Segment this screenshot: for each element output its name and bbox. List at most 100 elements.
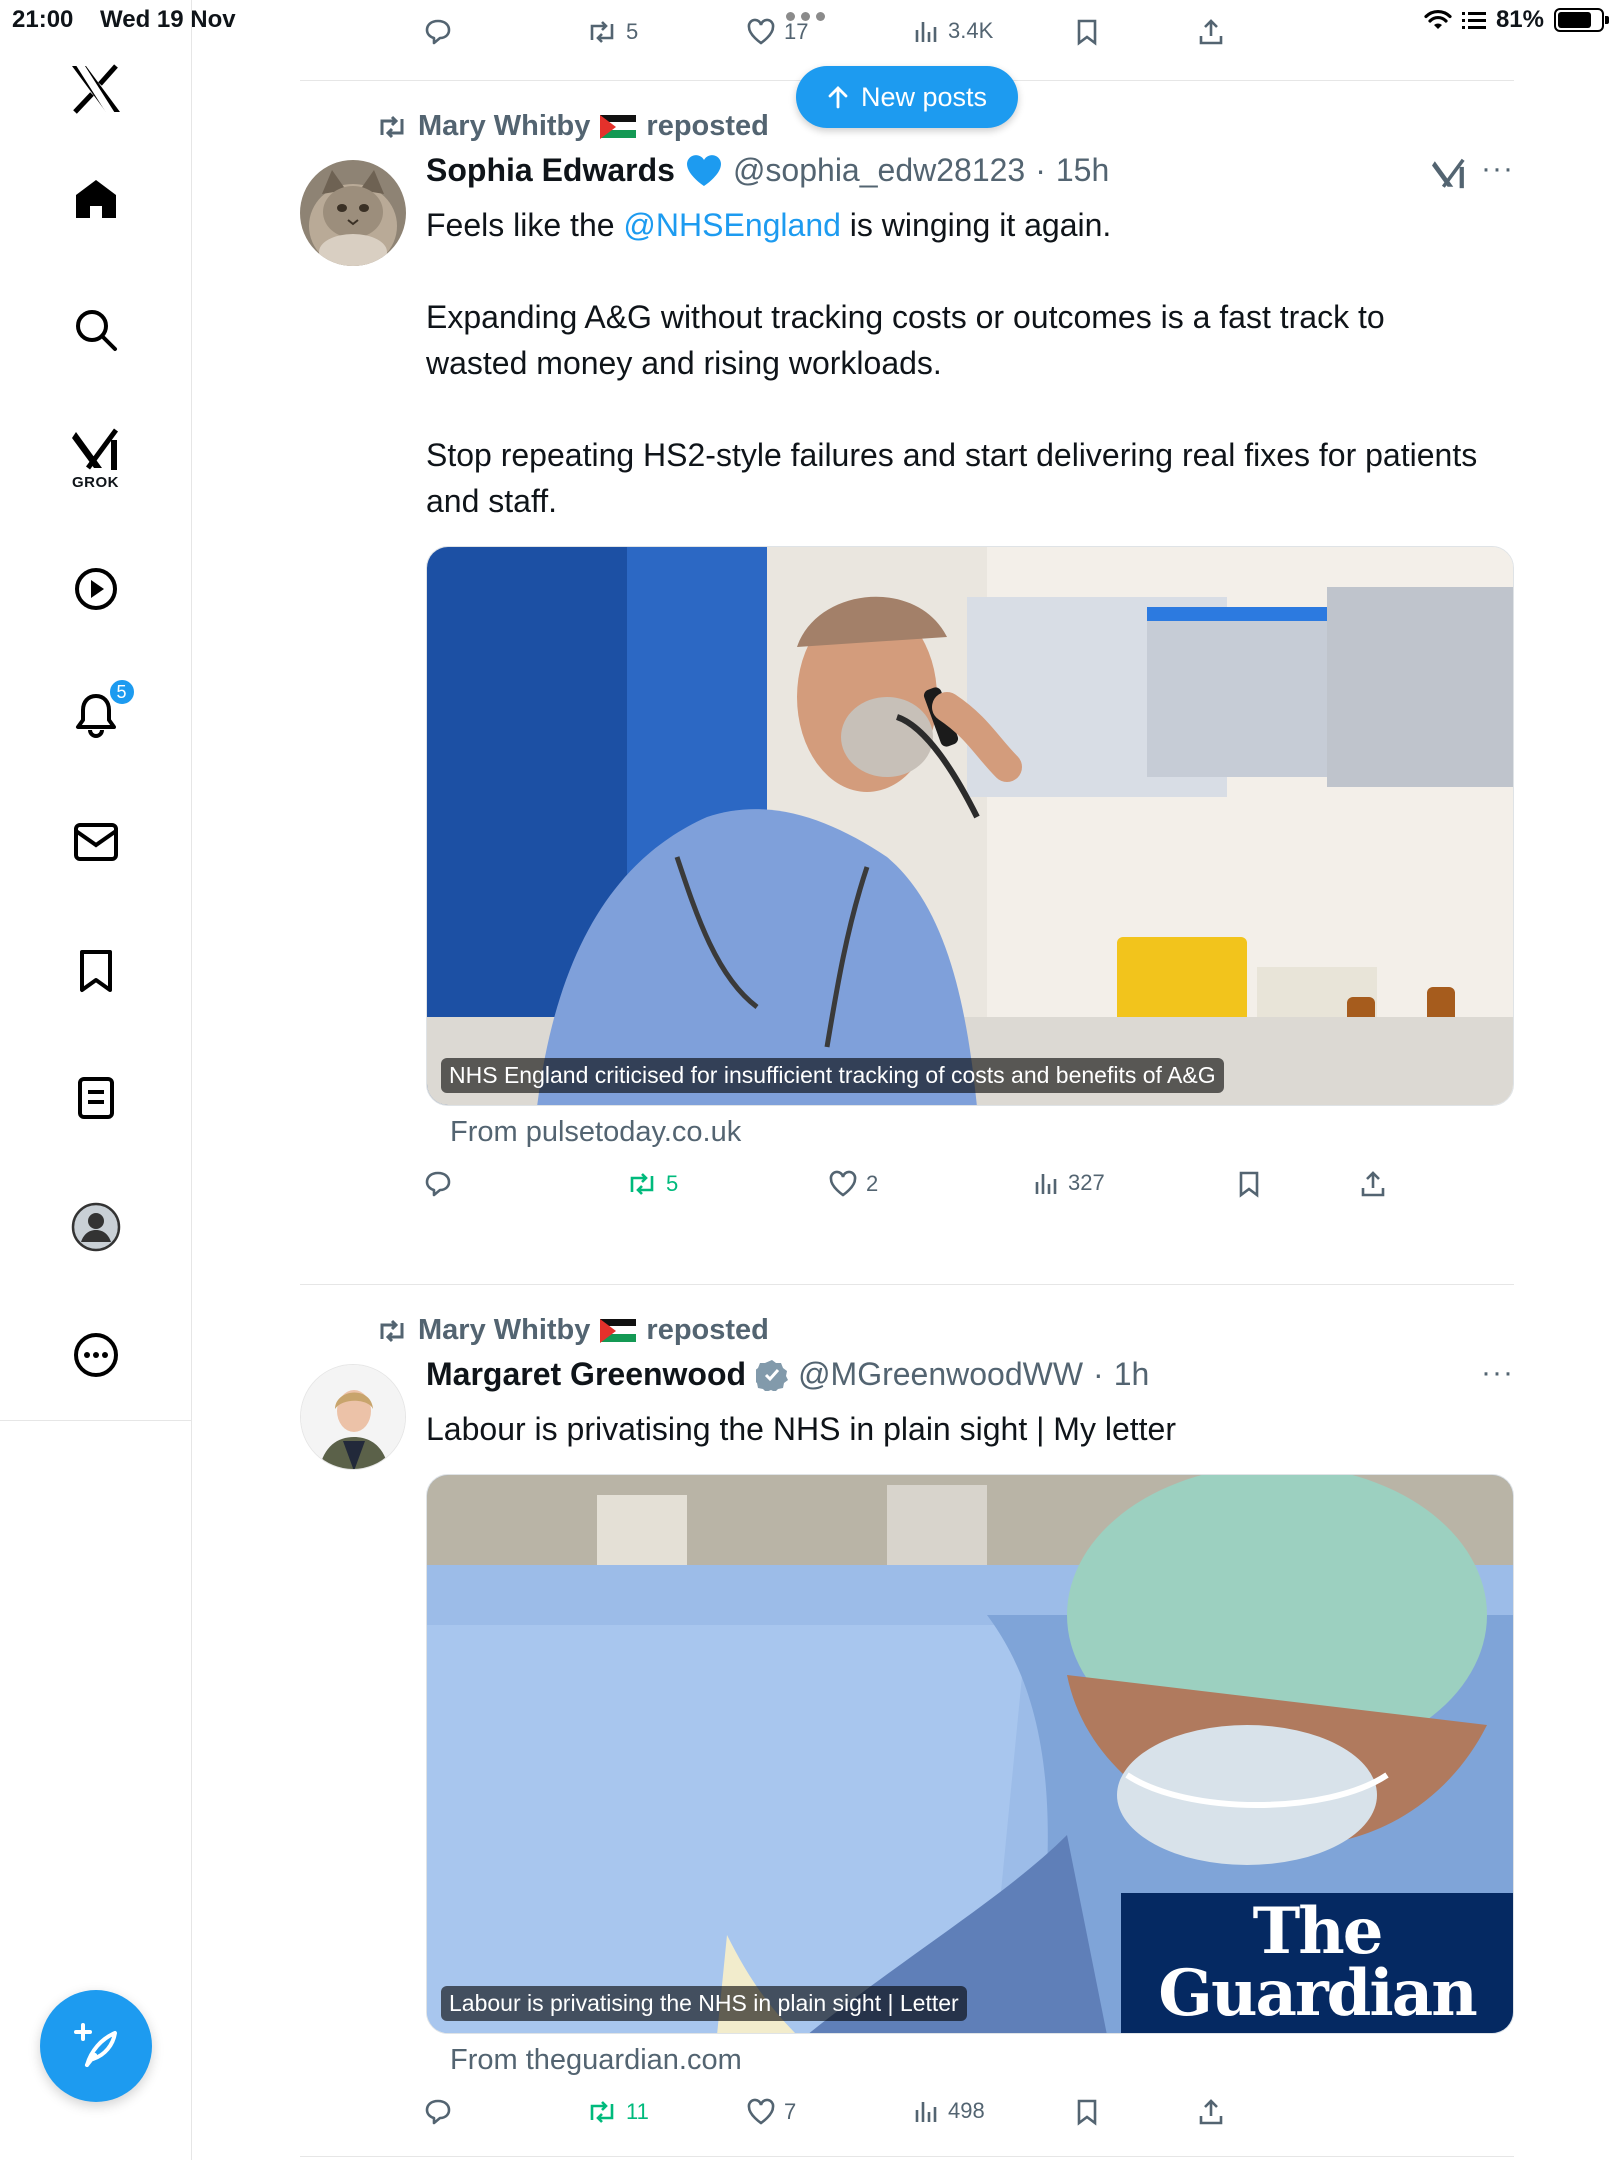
x-logo-icon[interactable] (70, 64, 122, 114)
views-icon (915, 2102, 937, 2122)
profile-icon (71, 1202, 120, 1252)
nav-messages[interactable] (73, 822, 119, 862)
nav-profile[interactable] (71, 1202, 121, 1252)
views-button[interactable]: 3.4K (914, 18, 993, 44)
reply-icon (425, 19, 451, 45)
reposter-name[interactable]: Mary Whitby (418, 1314, 590, 1347)
repost-context: Mary Whitby reposted (376, 1314, 769, 1347)
nav-more[interactable] (73, 1332, 119, 1378)
repost-button[interactable]: 11 (586, 2098, 649, 2126)
sidebar-divider (0, 1420, 192, 1421)
grok-explain-button[interactable] (1432, 158, 1466, 195)
author-name[interactable]: Sophia Edwards (426, 152, 675, 189)
repost-icon (590, 2101, 614, 2123)
bookmark-button[interactable] (1076, 2098, 1098, 2126)
repost-icon (590, 21, 614, 43)
heart-icon (747, 18, 775, 45)
post-actions: 11 7 498 (300, 2098, 1300, 2138)
reposted-label: reposted (646, 110, 769, 142)
reply-button[interactable] (424, 18, 452, 46)
share-icon (1361, 1171, 1385, 1197)
post-more-icon[interactable]: ··· (1481, 1356, 1514, 1390)
nav-home[interactable] (73, 176, 119, 222)
video-icon (74, 568, 117, 610)
card-source[interactable]: From theguardian.com (450, 2044, 742, 2077)
new-posts-button[interactable]: New posts (796, 66, 1018, 128)
views-icon (915, 22, 937, 42)
repost-button[interactable]: 5 (586, 18, 638, 46)
link-card[interactable]: The Guardian Labour is privatising the N… (426, 1474, 1514, 2034)
logo-line: The (1252, 1894, 1384, 1969)
reposter-name[interactable]: Mary Whitby (418, 110, 590, 143)
post-actions: 5 2 327 (300, 1170, 1385, 1210)
grok-icon (1432, 158, 1465, 189)
like-count: 17 (784, 19, 809, 44)
reply-icon (425, 2099, 451, 2125)
repost-icon (380, 115, 404, 138)
bookmark-button[interactable] (1238, 1170, 1260, 1198)
reply-button[interactable] (424, 1170, 452, 1198)
bookmark-icon (1077, 2099, 1097, 2126)
bookmark-button[interactable] (1076, 18, 1098, 46)
link-card[interactable]: NHS England criticised for insufficient … (426, 546, 1514, 1106)
nav-lists[interactable] (77, 1076, 115, 1120)
like-button[interactable]: 2 (828, 1170, 878, 1198)
grok-icon (71, 428, 118, 470)
post-time[interactable]: 1h (1114, 1356, 1150, 1393)
post-text: Labour is privatising the NHS in plain s… (426, 1406, 1486, 1452)
arrow-up-icon (828, 86, 848, 109)
heart-icon (747, 2098, 775, 2125)
post-time[interactable]: 15h (1056, 152, 1109, 189)
post-header: Margaret Greenwood @MGreenwoodWW · 1h (426, 1356, 1149, 1393)
logo-line: Guardian (1158, 1956, 1477, 2031)
dot-separator: · (1093, 1356, 1104, 1392)
reply-button[interactable] (424, 2098, 452, 2126)
text-segment: is winging it again. (840, 207, 1112, 243)
views-button[interactable]: 498 (914, 2098, 985, 2124)
avatar[interactable] (300, 1364, 406, 1470)
post-paragraph: Labour is privatising the NHS in plain s… (426, 1411, 1176, 1447)
post-paragraph: Stop repeating HS2-style failures and st… (426, 437, 1478, 519)
post-divider (300, 1284, 1514, 1285)
home-icon (75, 180, 116, 218)
compose-button[interactable] (40, 1990, 152, 2102)
nav-video[interactable] (73, 566, 119, 612)
card-source[interactable]: From pulsetoday.co.uk (450, 1116, 741, 1149)
nav-search[interactable] (74, 308, 118, 352)
battery-percent: 81% (1495, 6, 1544, 33)
views-count: 3.4K (948, 18, 994, 43)
person-avatar-icon (301, 1365, 405, 1469)
new-posts-label: New posts (860, 81, 988, 112)
share-button[interactable] (1360, 1170, 1386, 1198)
cat-avatar-icon (300, 160, 406, 266)
text-segment: Feels like the (426, 207, 624, 243)
author-handle[interactable]: @sophia_edw28123 (733, 152, 1025, 189)
repost-button[interactable]: 5 (626, 1170, 678, 1198)
repost-count: 5 (666, 1171, 679, 1196)
reply-icon (425, 1171, 451, 1197)
heart-icon (829, 1170, 857, 1197)
author-name[interactable]: Margaret Greenwood (426, 1356, 746, 1393)
avatar[interactable] (300, 160, 406, 266)
post-more-icon[interactable]: ··· (1481, 152, 1514, 186)
share-button[interactable] (1198, 18, 1224, 46)
wifi-icon (1424, 9, 1452, 29)
post-text: Feels like the @NHSEngland is winging it… (426, 202, 1486, 524)
author-handle[interactable]: @MGreenwoodWW (798, 1356, 1083, 1393)
like-button[interactable]: 17 (746, 18, 808, 46)
like-button[interactable]: 7 (746, 2098, 796, 2126)
nav-notifications[interactable]: 5 (74, 678, 136, 738)
battery-icon (1554, 8, 1609, 32)
share-button[interactable] (1198, 2098, 1224, 2126)
mention-link[interactable]: @NHSEngland (623, 207, 840, 243)
grok-label: GROK (72, 474, 119, 491)
verified-badge-icon (756, 1359, 789, 1391)
views-button[interactable]: 327 (1034, 1170, 1105, 1196)
more-icon (73, 1333, 118, 1377)
nav-bookmarks[interactable] (78, 948, 114, 994)
nav-grok[interactable]: GROK (71, 428, 120, 491)
sidebar: GROK 5 (0, 0, 192, 2160)
views-icon (1035, 1174, 1057, 1194)
guardian-logo: The Guardian (1121, 1893, 1513, 2033)
dot-separator: · (1035, 152, 1046, 188)
